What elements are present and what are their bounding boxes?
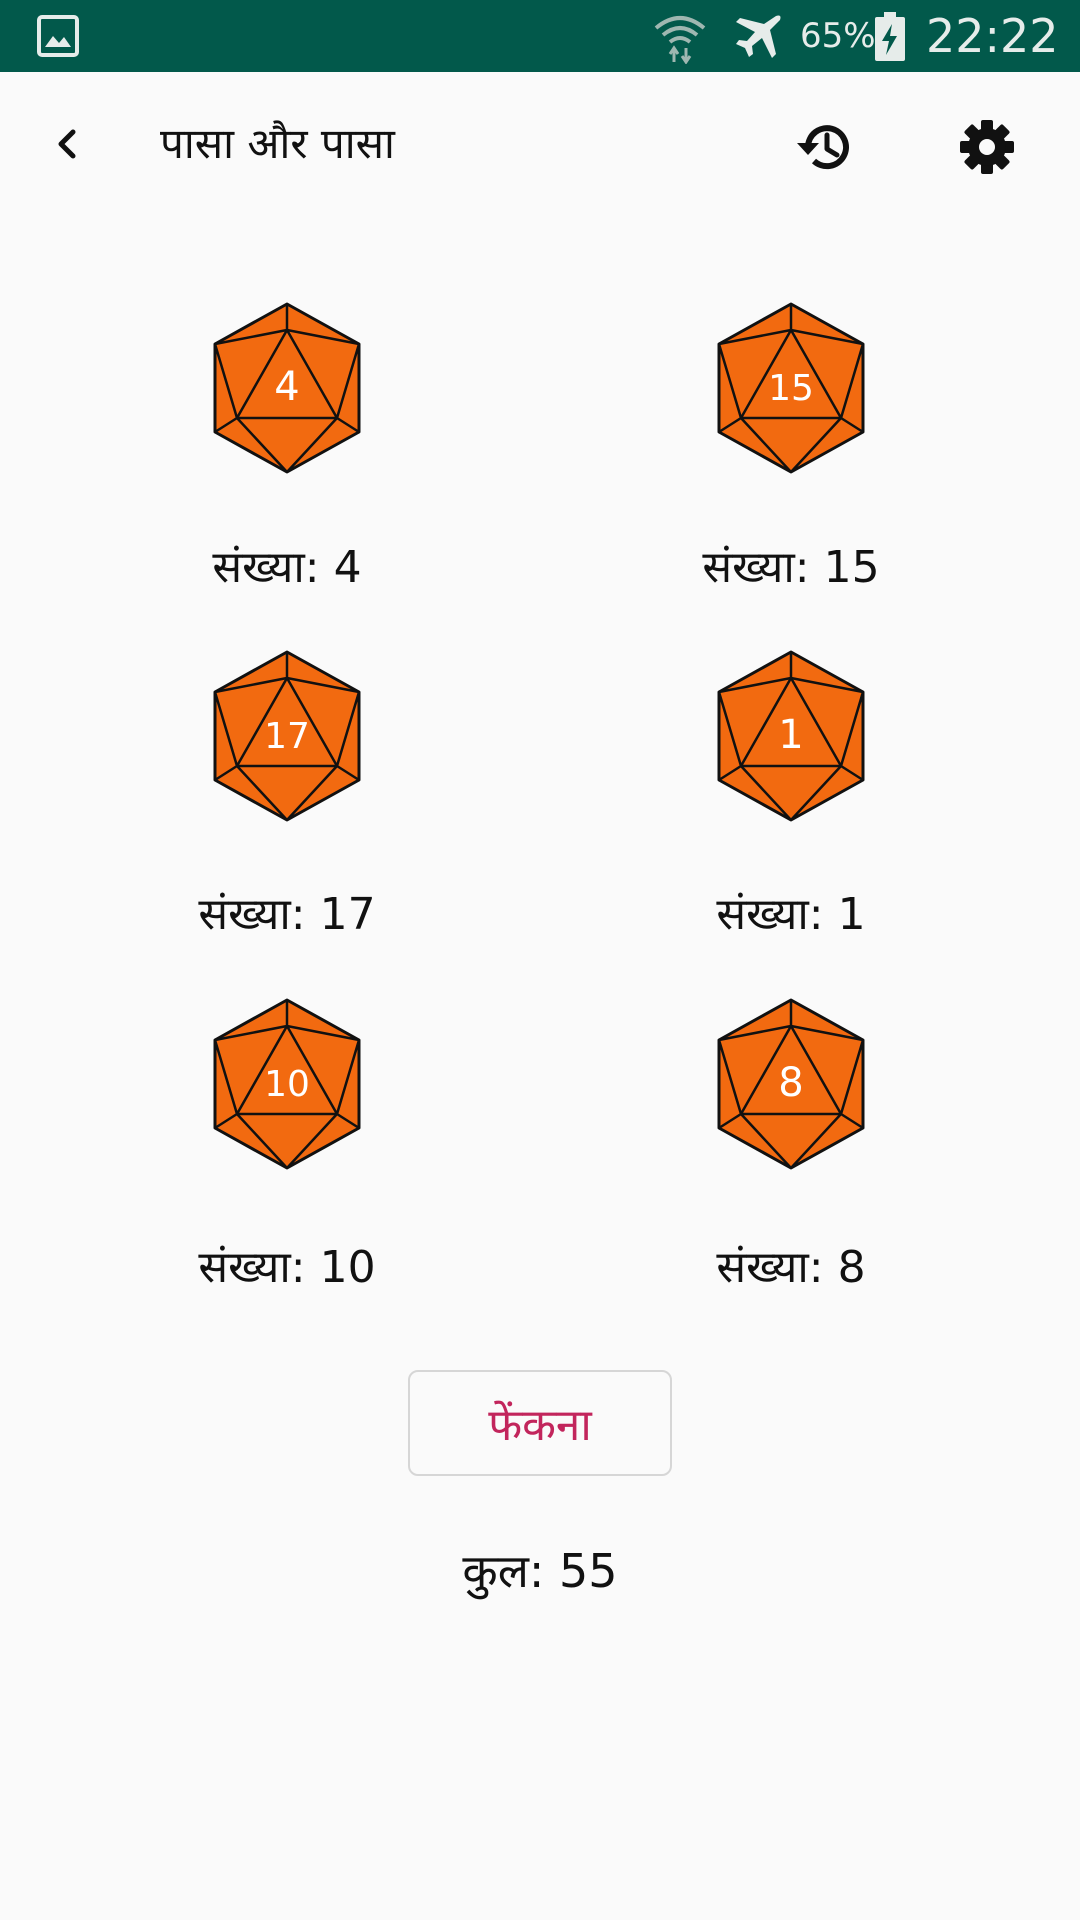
history-icon bbox=[797, 125, 849, 170]
die-face-value: 8 bbox=[778, 1060, 803, 1106]
die-value-label: संख्या: 8 bbox=[716, 1242, 866, 1293]
d20-die: 8 bbox=[711, 996, 871, 1172]
settings-icon bbox=[960, 120, 1014, 174]
d20-die: 4 bbox=[207, 300, 367, 476]
die-value-label: संख्या: 17 bbox=[198, 889, 376, 940]
d20-die-icon: 10 bbox=[213, 998, 361, 1170]
settings-button[interactable] bbox=[952, 112, 1022, 182]
d20-die: 10 bbox=[207, 996, 367, 1172]
page-title: पासा और पासा bbox=[160, 119, 395, 168]
app-toolbar: पासा और पासा bbox=[0, 72, 1080, 218]
status-bar: 65% 22:22 bbox=[0, 0, 1080, 72]
d20-die-icon: 17 bbox=[213, 650, 361, 822]
d20-die-icon: 4 bbox=[213, 302, 361, 474]
roll-button[interactable]: फेंकना bbox=[408, 1370, 672, 1476]
d20-die: 1 bbox=[711, 648, 871, 824]
die-value-label: संख्या: 15 bbox=[702, 542, 880, 593]
total-sum: कुल: 55 bbox=[462, 1544, 618, 1598]
battery-percent: 65% bbox=[800, 16, 876, 56]
d20-die-icon: 15 bbox=[717, 302, 865, 474]
airplane-mode-icon bbox=[736, 15, 781, 58]
d20-die-icon: 8 bbox=[717, 998, 865, 1170]
die-face-value: 1 bbox=[778, 712, 803, 758]
die-face-value: 10 bbox=[264, 1064, 310, 1105]
back-button[interactable] bbox=[38, 114, 98, 174]
back-arrow-icon bbox=[58, 129, 76, 159]
die-face-value: 4 bbox=[274, 364, 299, 410]
d20-die: 17 bbox=[207, 648, 367, 824]
d20-die: 15 bbox=[711, 300, 871, 476]
die-face-value: 15 bbox=[768, 368, 814, 409]
die-face-value: 17 bbox=[264, 716, 310, 757]
die-value-label: संख्या: 10 bbox=[198, 1242, 376, 1293]
history-button[interactable] bbox=[790, 112, 860, 182]
die-value-label: संख्या: 1 bbox=[716, 889, 866, 940]
battery-charging-icon bbox=[875, 12, 905, 61]
gallery-icon bbox=[37, 15, 79, 57]
wifi-icon bbox=[654, 16, 706, 64]
die-value-label: संख्या: 4 bbox=[212, 542, 362, 593]
status-clock: 22:22 bbox=[926, 9, 1059, 63]
d20-die-icon: 1 bbox=[717, 650, 865, 822]
